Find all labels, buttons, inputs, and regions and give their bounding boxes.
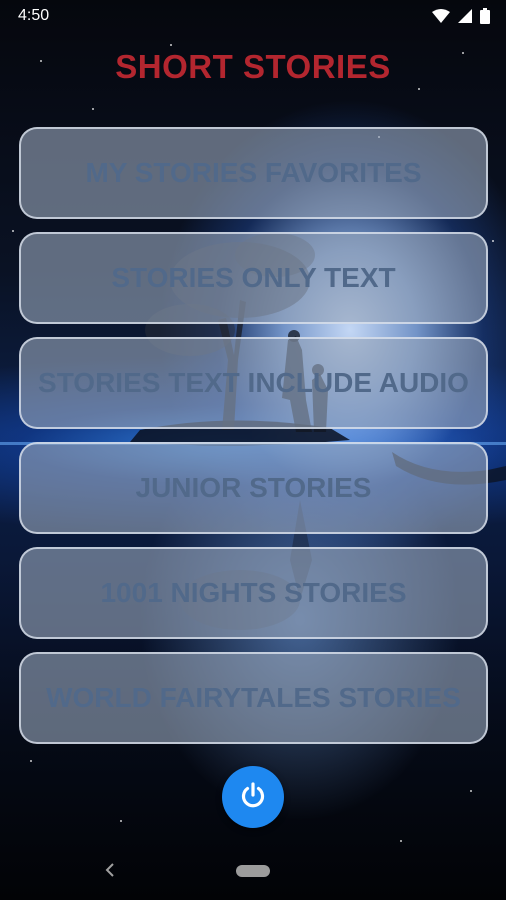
world-fairytales-stories-button[interactable]: WORLD FAIRYTALES STORIES	[19, 652, 488, 744]
status-bar: 4:50	[0, 0, 506, 32]
signal-icon	[458, 9, 472, 23]
stories-only-text-button[interactable]: STORIES ONLY TEXT	[19, 232, 488, 324]
stories-menu: MY STORIES FAVORITES STORIES ONLY TEXT S…	[19, 127, 488, 757]
1001-nights-stories-button[interactable]: 1001 NIGHTS STORIES	[19, 547, 488, 639]
my-stories-favorites-button[interactable]: MY STORIES FAVORITES	[19, 127, 488, 219]
app-title: SHORT STORIES	[115, 48, 391, 85]
app-screen: 4:50 SHORT STORIES MY STORIES FAVORITES …	[0, 0, 506, 900]
wifi-icon	[432, 9, 450, 23]
system-nav-bar	[0, 850, 506, 900]
status-icons	[432, 8, 490, 24]
back-icon[interactable]	[100, 860, 120, 880]
power-button[interactable]	[222, 766, 284, 828]
battery-icon	[480, 8, 490, 24]
junior-stories-button[interactable]: JUNIOR STORIES	[19, 442, 488, 534]
status-time: 4:50	[18, 7, 50, 24]
stories-text-include-audio-button[interactable]: STORIES TEXT INCLUDE AUDIO	[19, 337, 488, 429]
power-icon	[238, 780, 268, 815]
home-pill-icon[interactable]	[236, 865, 270, 877]
